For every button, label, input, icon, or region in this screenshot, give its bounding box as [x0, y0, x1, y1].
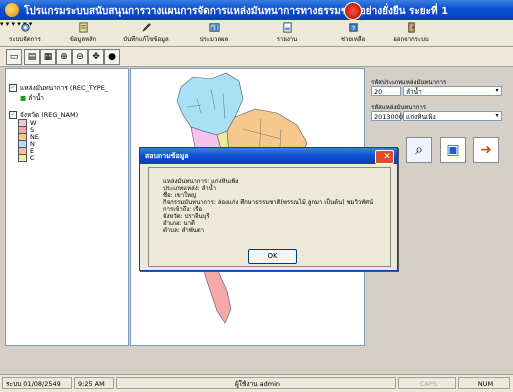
- info-line: ตำบล: สำพันตา: [163, 227, 205, 234]
- document-icon: ▣: [446, 142, 460, 158]
- layer-checkbox[interactable]: ✓: [9, 111, 17, 119]
- report-icon: [282, 22, 292, 33]
- group-code-field[interactable]: 20: [371, 86, 401, 96]
- exit-button[interactable]: ➜: [473, 137, 499, 163]
- magnifier-icon: ⌕: [415, 142, 423, 158]
- edit-icon: [141, 23, 151, 32]
- legend-item-region: C: [18, 154, 35, 162]
- map-toolbar: ▭ ▤ ▦ ⊕ ⊖ ✥ ●: [0, 47, 513, 67]
- toolbar-process[interactable]: ประมวลผล: [194, 21, 234, 45]
- toolbar-help[interactable]: ? ช่วยเหลือ: [335, 21, 371, 45]
- report-button[interactable]: ▣: [440, 137, 466, 163]
- toolbar-edit[interactable]: บันทึกแก้ไขข้อมูล: [118, 21, 174, 45]
- color-swatch: [18, 154, 27, 162]
- door-exit-icon: ➜: [480, 142, 492, 158]
- legend-item-river: ■ ลำน้ำ: [20, 94, 44, 102]
- source-name-select[interactable]: แก่งหินเพิง ▾: [403, 111, 502, 121]
- chevron-down-icon[interactable]: ▾: [493, 112, 501, 120]
- toolbar-system[interactable]: ระบบจัดการ: [6, 21, 44, 45]
- point-symbol-icon: ■: [20, 94, 27, 102]
- status-caps: CAPS: [398, 377, 456, 389]
- chevron-down-icon[interactable]: ▾: [493, 87, 501, 95]
- title-bar: โปรแกรมระบบสนับสนุนการวางแผนการจัดการแหล…: [0, 0, 513, 20]
- layer-group-recreation[interactable]: ✓ แหล่งมันทนาการ (REC_TYPE_: [9, 83, 108, 93]
- close-icon[interactable]: ✕: [375, 150, 394, 164]
- layers-icon[interactable]: ▤: [24, 49, 40, 65]
- info-dialog: สอบถามข้อมูล ✕ แหล่งมันทนาการ: แก่งหินเพ…: [139, 147, 398, 271]
- zoom-out-icon[interactable]: ⊖: [72, 49, 88, 65]
- toolbar-system-dropdown-icon[interactable]: ▾: [0, 20, 4, 28]
- group-type-select[interactable]: ลำน้ำ ▾: [403, 86, 502, 96]
- status-num: NUM: [458, 377, 510, 389]
- main-toolbar: ระบบจัดการ ▾ ข้อมูลหลัก ▾ บันทึกแก้ไขข้อ…: [0, 20, 513, 47]
- dialog-title: สอบถามข้อมูล: [145, 152, 189, 160]
- process-icon: [208, 23, 220, 32]
- toolbar-report[interactable]: รายงาน: [270, 21, 304, 45]
- agency-logo-icon: [344, 2, 362, 20]
- svg-text:?: ?: [351, 24, 354, 32]
- status-time: 9:25 AM: [74, 377, 114, 389]
- identify-icon[interactable]: ●: [104, 49, 120, 65]
- layer-properties-icon[interactable]: ▦: [40, 49, 56, 65]
- layer-checkbox[interactable]: ✓: [9, 84, 17, 92]
- pan-icon[interactable]: ✥: [88, 49, 104, 65]
- status-user: ผู้ใช้งาน admin: [116, 377, 396, 389]
- window-title: โปรแกรมระบบสนับสนุนการวางแผนการจัดการแหล…: [24, 6, 449, 17]
- data-icon: [78, 22, 88, 33]
- ok-button[interactable]: OK: [248, 249, 297, 264]
- layer-legend: ✓ แหล่งมันทนาการ (REC_TYPE_ ■ ลำน้ำ ✓ จังห…: [5, 68, 129, 346]
- app-icon: [5, 3, 19, 17]
- toolbar-exit[interactable]: ออกจากระบบ: [388, 21, 434, 45]
- source-code-field[interactable]: 201300005: [371, 111, 411, 121]
- search-button[interactable]: ⌕: [406, 137, 432, 163]
- zoom-in-icon[interactable]: ⊕: [56, 49, 72, 65]
- toolbar-data[interactable]: ข้อมูลหลัก: [62, 21, 104, 45]
- status-date: ระบบ 01/08/2549: [2, 377, 72, 389]
- system-icon: [20, 23, 30, 32]
- print-icon[interactable]: ▭: [6, 49, 22, 65]
- dialog-title-bar: สอบถามข้อมูล ✕: [140, 148, 397, 164]
- exit-icon: [407, 22, 415, 33]
- help-icon: ?: [348, 23, 358, 32]
- status-bar: ระบบ 01/08/2549 9:25 AM ผู้ใช้งาน admin …: [0, 374, 513, 392]
- dialog-content: แหล่งมันทนาการ: แก่งหินเพิง ประเภทแหล่ง:…: [148, 167, 391, 267]
